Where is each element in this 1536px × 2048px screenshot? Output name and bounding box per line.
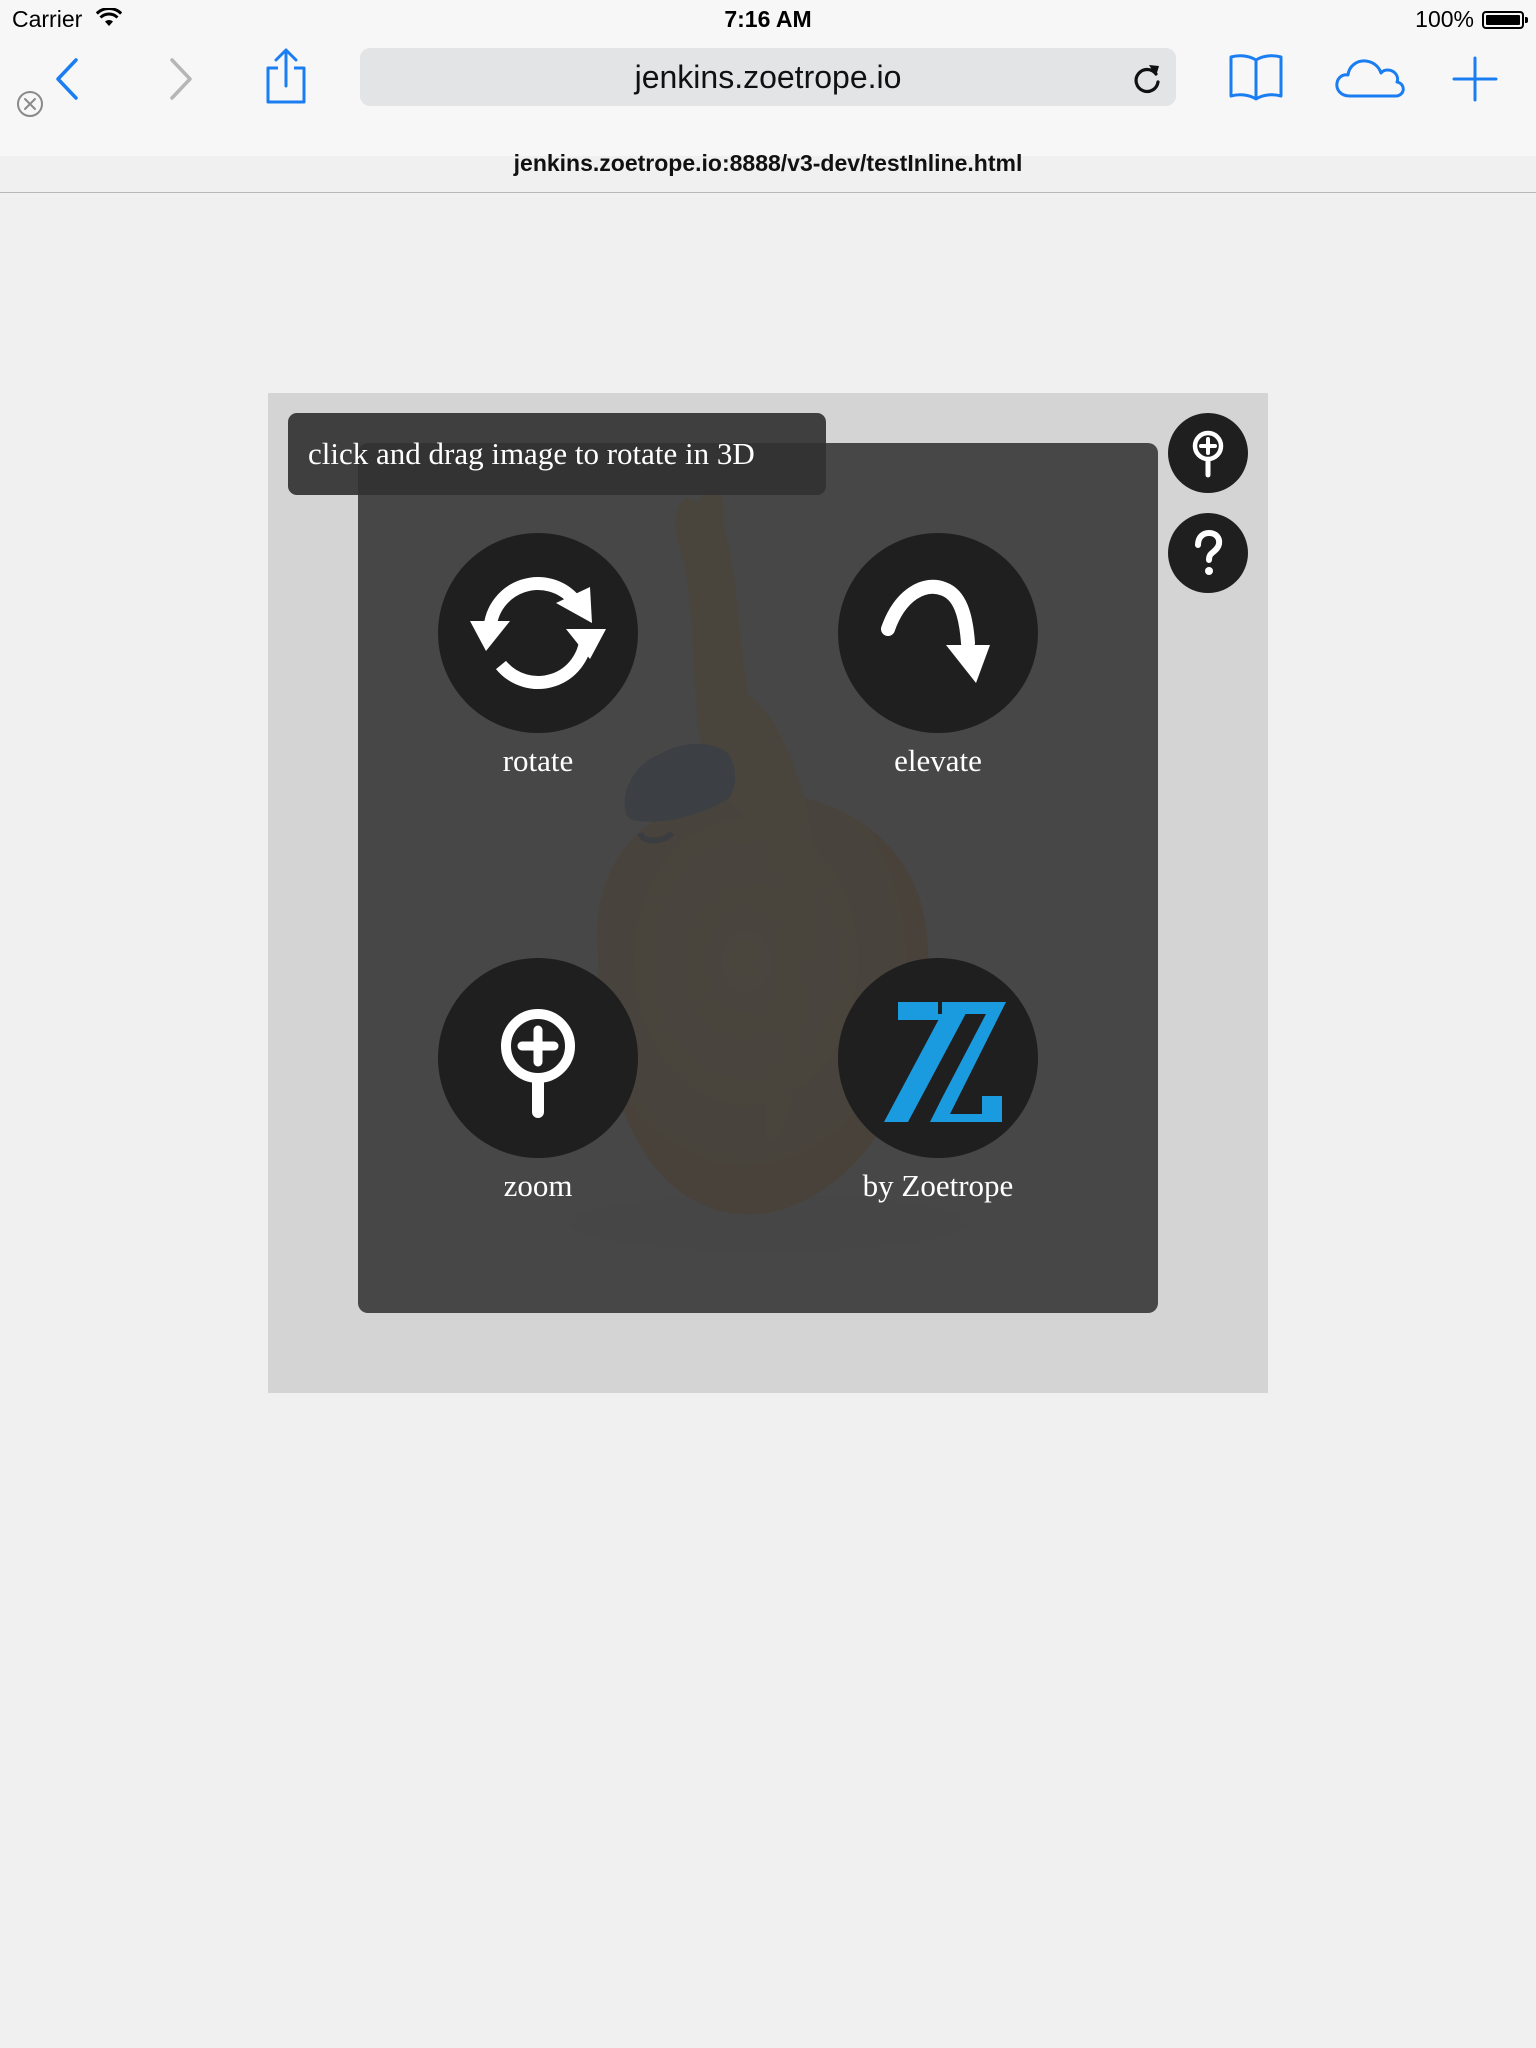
rotate-action[interactable]: rotate (418, 533, 658, 779)
status-bar: Carrier 7:16 AM 100% (0, 0, 1536, 40)
status-time: 7:16 AM (724, 6, 812, 32)
elevate-button[interactable] (838, 533, 1038, 733)
battery-icon (1482, 11, 1528, 29)
forward-button[interactable] (162, 54, 196, 109)
elevate-action[interactable]: elevate (818, 533, 1058, 779)
rotate-hint-tooltip: click and drag image to rotate in 3D (288, 413, 826, 495)
tab-close-icon[interactable] (16, 90, 44, 123)
rotate-icon (470, 577, 606, 689)
zoom-icon (1192, 430, 1224, 478)
zoom-icon (501, 1009, 575, 1118)
icloud-tabs-button[interactable] (1334, 56, 1406, 105)
zoetrope-action[interactable]: by Zoetrope (818, 958, 1058, 1204)
zoom-label: zoom (503, 1168, 573, 1203)
toolbar-divider (0, 192, 1536, 193)
browser-toolbar: jenkins.zoetrope.io jenkins.zoetrope.io:… (0, 40, 1536, 176)
help-toggle-button[interactable] (1168, 513, 1248, 593)
elevate-label: elevate (894, 743, 982, 778)
new-tab-button[interactable] (1452, 56, 1498, 107)
zoetrope-viewer[interactable]: rotate elevate zoom by Zoetrope click an… (268, 393, 1268, 1393)
zoom-button[interactable] (438, 958, 638, 1158)
zoom-toggle-button[interactable] (1168, 413, 1248, 493)
zoom-action[interactable]: zoom (418, 958, 658, 1204)
question-mark-icon (1195, 529, 1223, 575)
zoetrope-label: by Zoetrope (862, 1168, 1014, 1203)
zoetrope-logo (884, 1002, 1006, 1122)
elevate-arrow-icon (881, 579, 990, 683)
back-button[interactable] (52, 54, 86, 109)
bookmarks-button[interactable] (1228, 52, 1284, 107)
battery-percent: 100% (1415, 6, 1474, 32)
zoetrope-logo-button[interactable] (838, 958, 1038, 1158)
help-overlay: rotate elevate zoom by Zoetrope (358, 443, 1158, 1313)
address-url[interactable]: jenkins.zoetrope.io (360, 59, 1176, 96)
rotate-label: rotate (502, 743, 574, 778)
share-button[interactable] (262, 46, 310, 111)
address-bar[interactable]: jenkins.zoetrope.io (360, 48, 1176, 106)
rotate-button[interactable] (438, 533, 638, 733)
tab-title[interactable]: jenkins.zoetrope.io:8888/v3-dev/testInli… (0, 150, 1536, 177)
reload-icon[interactable] (1132, 62, 1162, 99)
